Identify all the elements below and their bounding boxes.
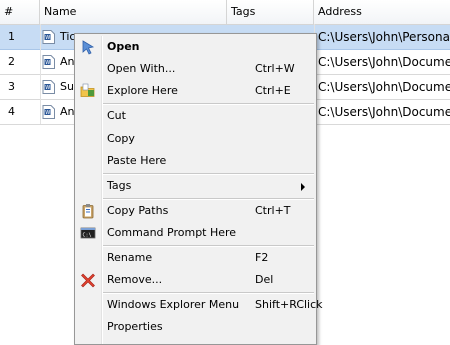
column-header-address[interactable]: Address	[314, 0, 450, 24]
word-document-icon: W	[42, 55, 55, 69]
row-name: An	[60, 55, 75, 68]
row-address: C:\Users\John\Persona	[318, 30, 450, 44]
menu-item-shortcut: Del	[255, 273, 274, 286]
command-prompt-icon: C:\	[80, 227, 96, 239]
menu-item-label: Tags	[107, 179, 132, 192]
menu-item-shortcut: Ctrl+W	[255, 62, 295, 75]
svg-text:W: W	[45, 60, 50, 66]
menu-item-label: Command Prompt Here	[107, 226, 237, 239]
menu-item-rename[interactable]: Rename F2	[75, 247, 316, 269]
menu-item-tags[interactable]: Tags	[75, 175, 316, 197]
menu-item-shortcut: F2	[255, 251, 269, 264]
row-number: 3	[8, 80, 15, 93]
menu-item-open-with[interactable]: Open With... Ctrl+W	[75, 58, 316, 80]
menu-item-open[interactable]: Open	[75, 36, 316, 58]
menu-item-command-prompt-here[interactable]: C:\ Command Prompt Here	[75, 222, 316, 244]
menu-item-copy[interactable]: Copy	[75, 128, 316, 150]
word-document-icon: W	[42, 105, 55, 119]
menu-item-label: Paste Here	[107, 154, 167, 167]
menu-item-label: Properties	[107, 320, 163, 333]
word-document-icon: W	[42, 80, 55, 94]
menu-item-label: Copy Paths	[107, 204, 169, 217]
row-address: C:\Users\John\Docume	[318, 55, 450, 69]
row-address: C:\Users\John\Docume	[318, 80, 450, 94]
row-number: 1	[8, 30, 15, 43]
menu-item-copy-paths[interactable]: Copy Paths Ctrl+T	[75, 200, 316, 222]
submenu-arrow-icon	[301, 183, 305, 191]
menu-item-windows-explorer-menu[interactable]: Windows Explorer Menu Shift+RClick	[75, 294, 323, 316]
menu-item-label: Cut	[107, 109, 126, 122]
menu-item-label: Open With...	[107, 62, 176, 75]
menu-item-properties[interactable]: Properties	[75, 316, 316, 338]
row-address: C:\Users\John\Docume	[318, 105, 450, 119]
menu-item-shortcut: Shift+RClick	[255, 298, 323, 311]
column-header-number[interactable]: #	[0, 0, 40, 24]
menu-item-label: Open	[107, 40, 140, 53]
clipboard-icon	[82, 204, 94, 219]
menu-item-cut[interactable]: Cut	[75, 105, 316, 127]
menu-item-shortcut: Ctrl+E	[255, 84, 291, 97]
menu-item-explore-here[interactable]: Explore Here Ctrl+E	[75, 80, 316, 102]
column-header-tags[interactable]: Tags	[227, 0, 314, 24]
menu-item-label: Explore Here	[107, 84, 178, 97]
row-number: 4	[8, 105, 15, 118]
menu-item-shortcut: Ctrl+T	[255, 204, 291, 217]
column-header-name[interactable]: Name	[40, 0, 227, 24]
column-divider	[40, 24, 41, 124]
context-menu: Open Open With... Ctrl+W Explore Here Ct…	[74, 33, 323, 345]
svg-text:W: W	[45, 110, 50, 116]
svg-text:W: W	[45, 85, 50, 91]
menu-item-label: Remove...	[107, 273, 163, 286]
folder-explore-icon	[80, 83, 95, 97]
svg-text:W: W	[45, 35, 50, 41]
menu-item-label: Copy	[107, 132, 135, 145]
svg-text:C:\: C:\	[83, 233, 92, 239]
open-arrow-icon	[82, 40, 95, 55]
remove-x-icon	[81, 273, 95, 288]
row-name: Su	[60, 80, 74, 93]
word-document-icon: W	[42, 30, 55, 44]
menu-item-paste-here[interactable]: Paste Here	[75, 150, 316, 172]
grid-header: # Name Tags Address	[0, 0, 450, 25]
menu-item-remove[interactable]: Remove... Del	[75, 269, 316, 291]
row-name: An	[60, 105, 75, 118]
menu-item-label: Rename	[107, 251, 153, 264]
menu-item-label: Windows Explorer Menu	[107, 298, 240, 311]
row-number: 2	[8, 55, 15, 68]
